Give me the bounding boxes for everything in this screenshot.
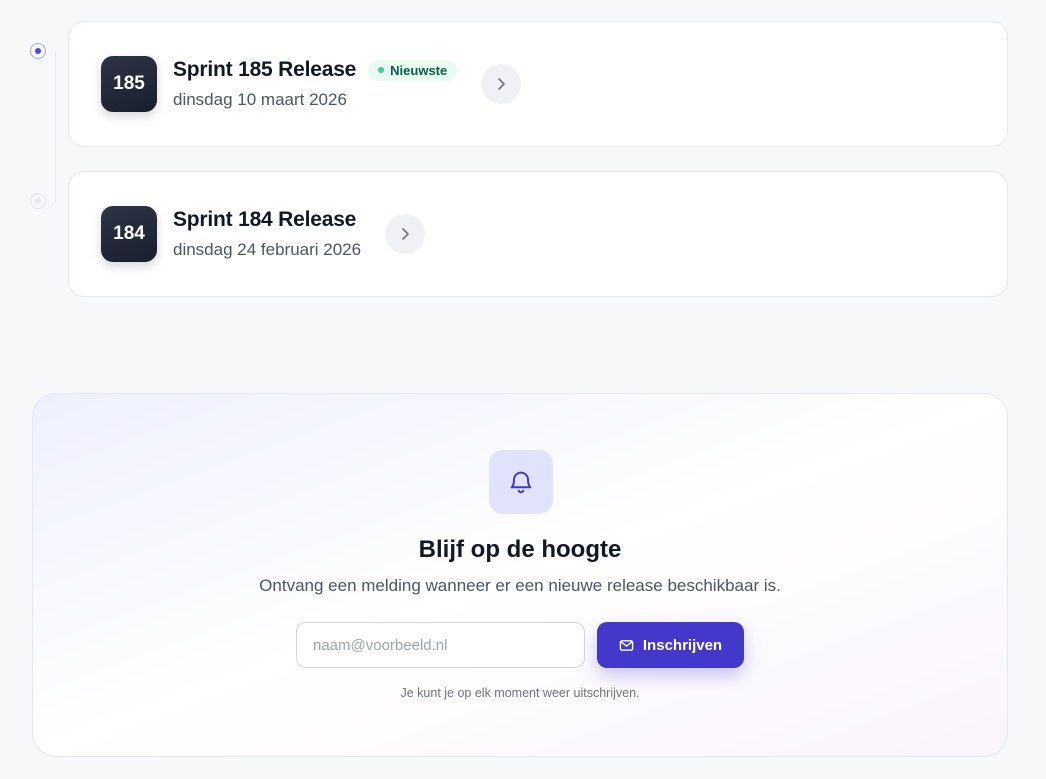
- newest-badge-label: Nieuwste: [390, 62, 448, 78]
- timeline-line: [55, 52, 56, 202]
- timeline-dot: [30, 193, 46, 209]
- release-title: Sprint 185 Release: [173, 58, 357, 81]
- bell-icon-box: [489, 450, 553, 514]
- release-date: dinsdag 10 maart 2026: [173, 90, 347, 109]
- release-text: Sprint 184 Release dinsdag 24 februari 2…: [173, 208, 361, 260]
- email-input[interactable]: [296, 622, 585, 668]
- release-date: dinsdag 24 februari 2026: [173, 240, 362, 259]
- sprint-number-badge: 185: [101, 56, 157, 112]
- release-title-row: Sprint 184 Release: [173, 208, 361, 232]
- timeline-dot-active: [30, 43, 46, 59]
- chevron-right-icon: [498, 78, 506, 90]
- unsubscribe-note: Je kunt je op elk moment weer uitschrijv…: [400, 686, 640, 700]
- open-release-button[interactable]: [481, 64, 522, 104]
- release-card-185[interactable]: 185 Sprint 185 Release Nieuwste dinsdag …: [68, 21, 1008, 147]
- chevron-right-icon: [402, 228, 409, 240]
- release-notes-page: 185 Sprint 185 Release Nieuwste dinsdag …: [0, 0, 1046, 779]
- status-dot-icon: [378, 67, 385, 73]
- bell-icon: [510, 471, 532, 494]
- subscribe-panel: Blijf op de hoogte Ontvang een melding w…: [32, 393, 1008, 757]
- subscribe-form: Inschrijven: [296, 622, 744, 668]
- sprint-number-badge: 184: [101, 206, 157, 262]
- subscribe-button[interactable]: Inschrijven: [597, 622, 744, 668]
- mail-icon: [619, 639, 634, 651]
- subscribe-button-label: Inschrijven: [642, 636, 723, 654]
- release-card-184[interactable]: 184 Sprint 184 Release dinsdag 24 februa…: [68, 171, 1008, 297]
- release-title-row: Sprint 185 Release Nieuwste: [173, 58, 458, 82]
- newest-badge: Nieuwste: [368, 59, 458, 81]
- open-release-button[interactable]: [385, 214, 426, 254]
- subscribe-title: Blijf op de hoogte: [418, 536, 622, 563]
- release-text: Sprint 185 Release Nieuwste dinsdag 10 m…: [173, 58, 458, 110]
- subscribe-subtitle: Ontvang een melding wanneer er een nieuw…: [259, 576, 781, 595]
- release-title: Sprint 184 Release: [173, 208, 357, 231]
